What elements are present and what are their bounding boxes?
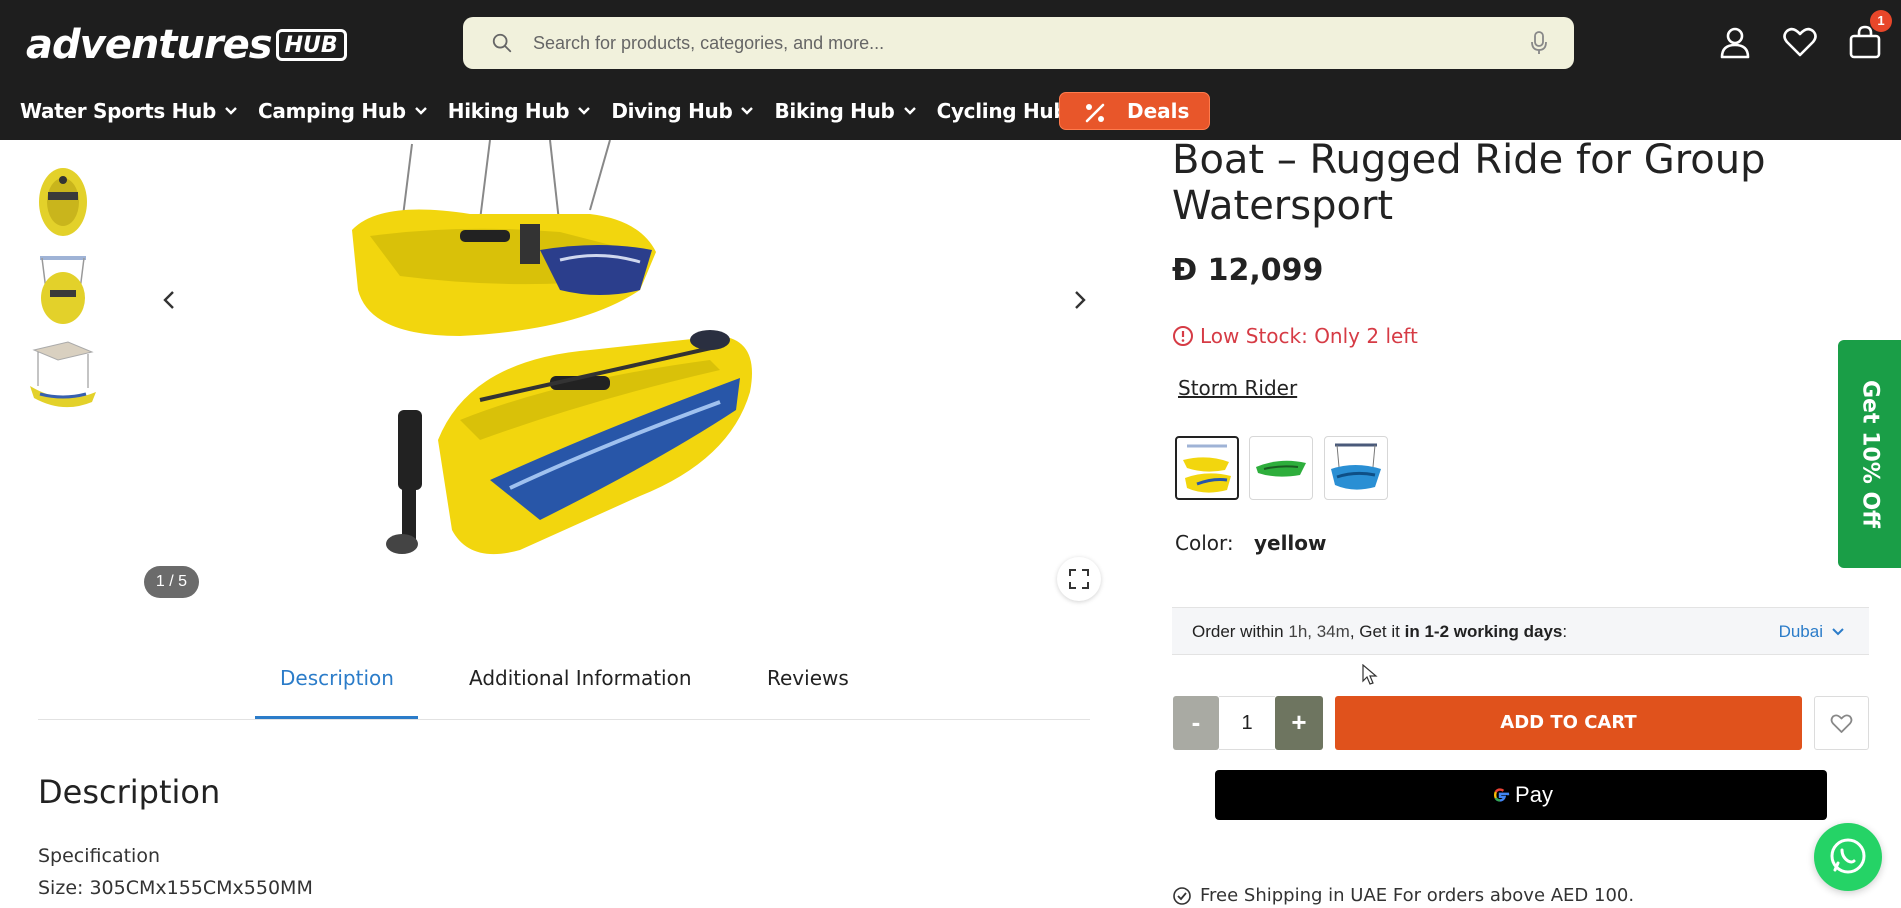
site-logo[interactable]: adventures HUB: [26, 22, 347, 68]
delivery-suffix: :: [1562, 622, 1568, 641]
check-circle-icon: [1173, 886, 1191, 905]
product-title-line-1: Boat – Rugged Ride for Group: [1172, 137, 1766, 183]
color-selection: Color: yellow: [1175, 531, 1327, 555]
account-icon[interactable]: [1717, 24, 1753, 60]
color-value: yellow: [1253, 531, 1327, 555]
logo-wordmark: adventures: [26, 22, 273, 68]
active-tab-indicator: [255, 716, 418, 719]
discount-promo-tab[interactable]: Get 10% Off: [1838, 340, 1901, 568]
currency-symbol: Đ: [1172, 253, 1198, 288]
delivery-days: in 1-2 working days: [1404, 622, 1563, 641]
quantity-decrease-button[interactable]: -: [1173, 696, 1219, 750]
delivery-location: Dubai: [1778, 622, 1823, 641]
nav-item-label: Camping Hub: [258, 99, 406, 123]
product-tabs: Description Additional Information Revie…: [38, 650, 1090, 720]
gallery-thumbnail-2[interactable]: [28, 250, 98, 328]
stock-text: Low Stock: Only 2 left: [1200, 324, 1418, 348]
google-pay-label: Pay: [1515, 782, 1553, 807]
delivery-countdown: 1h, 34m: [1288, 622, 1350, 641]
heart-icon: [1830, 714, 1853, 733]
site-header: adventures HUB 1 Water Sports Hub Campin…: [0, 0, 1901, 140]
gallery-thumbnail-3[interactable]: [28, 336, 98, 414]
nav-item-diving-hub[interactable]: Diving Hub: [611, 99, 754, 123]
deals-label: Deals: [1127, 99, 1190, 123]
quantity-increase-button[interactable]: +: [1275, 696, 1323, 750]
chevron-down-icon: [225, 107, 237, 115]
variant-thumbnail: [1331, 443, 1381, 490]
gallery-next-arrow-icon[interactable]: [1067, 288, 1091, 312]
google-g-icon: [1494, 788, 1510, 802]
tab-description[interactable]: Description: [280, 666, 394, 690]
variant-swatch-blue[interactable]: [1324, 436, 1388, 500]
delivery-estimate-bar: Order within 1h, 34m, Get it in 1-2 work…: [1172, 607, 1869, 655]
mouse-cursor-icon: [1362, 664, 1378, 685]
product-page: adventures HUB 1 Water Sports Hub Campin…: [0, 0, 1901, 908]
whatsapp-icon: [1830, 838, 1866, 874]
add-to-cart-button[interactable]: ADD TO CART: [1335, 696, 1802, 750]
variant-thumbnail: [1256, 460, 1306, 477]
product-title: Boat – Rugged Ride for Group Watersport: [1172, 137, 1792, 229]
search-input[interactable]: [533, 17, 1483, 69]
delivery-prefix: Order within: [1192, 622, 1284, 641]
percent-icon: [1085, 103, 1105, 123]
chevron-down-icon: [414, 107, 427, 115]
variant-swatch-green[interactable]: [1249, 436, 1313, 500]
gallery-counter: 1 / 5: [144, 566, 199, 598]
nav-item-label: Water Sports Hub: [20, 99, 217, 123]
deals-button[interactable]: Deals: [1059, 92, 1210, 130]
nav-item-camping-hub[interactable]: Camping Hub: [258, 99, 428, 123]
product-title-line-2: Watersport: [1172, 183, 1394, 229]
add-to-wishlist-button[interactable]: [1814, 696, 1869, 750]
stock-status: Low Stock: Only 2 left: [1172, 324, 1418, 348]
free-shipping-note: Free Shipping in UAE For orders above AE…: [1172, 885, 1634, 906]
category-nav: Water Sports Hub Camping Hub Hiking Hub …: [0, 92, 1089, 130]
gallery-prev-arrow-icon[interactable]: [158, 288, 182, 312]
cart-count-badge: 1: [1870, 10, 1892, 32]
google-pay-button[interactable]: Pay: [1215, 770, 1827, 820]
delivery-estimate-text: Order within 1h, 34m, Get it in 1-2 work…: [1192, 622, 1567, 642]
chevron-down-icon: [903, 107, 916, 115]
logo-hub-badge: HUB: [275, 29, 347, 61]
size-spec: Size: 305CMx155CMx550MM: [38, 877, 313, 899]
tab-additional-information[interactable]: Additional Information: [469, 666, 692, 690]
brand-link[interactable]: Storm Rider: [1178, 376, 1297, 400]
tab-reviews[interactable]: Reviews: [767, 666, 849, 690]
promo-label: Get 10% Off: [1857, 380, 1882, 528]
variant-thumbnail: [1183, 444, 1231, 493]
search-icon[interactable]: [491, 32, 513, 54]
microphone-icon[interactable]: [1530, 31, 1548, 55]
alert-circle-icon: [1173, 326, 1193, 346]
nav-item-hiking-hub[interactable]: Hiking Hub: [448, 99, 592, 123]
fullscreen-button[interactable]: [1057, 557, 1101, 601]
free-shipping-text: Free Shipping in UAE For orders above AE…: [1200, 885, 1635, 906]
nav-item-water-sports-hub[interactable]: Water Sports Hub: [20, 99, 238, 123]
nav-item-label: Cycling Hub: [936, 99, 1068, 123]
variant-swatch-yellow[interactable]: [1175, 436, 1239, 500]
product-price: Đ 12,099: [1172, 253, 1323, 288]
chevron-down-icon: [578, 107, 591, 115]
chevron-down-icon: [741, 107, 754, 115]
specification-label: Specification: [38, 845, 160, 867]
delivery-location-dropdown[interactable]: Dubai: [1779, 622, 1845, 642]
product-main-image: [352, 140, 752, 555]
nav-item-label: Hiking Hub: [447, 99, 570, 123]
gallery-thumbnail-1[interactable]: [28, 162, 98, 240]
nav-item-label: Biking Hub: [774, 99, 895, 123]
wishlist-heart-icon[interactable]: [1782, 24, 1818, 60]
expand-icon: [1069, 569, 1089, 589]
nav-item-biking-hub[interactable]: Biking Hub: [774, 99, 916, 123]
color-label: Color:: [1175, 531, 1234, 555]
search-bar: [463, 17, 1574, 69]
price-value: 12,099: [1207, 253, 1324, 288]
chevron-down-icon: [1832, 628, 1844, 636]
delivery-mid: , Get it: [1349, 622, 1400, 641]
whatsapp-chat-button[interactable]: [1814, 823, 1882, 891]
nav-item-label: Diving Hub: [611, 99, 733, 123]
quantity-input[interactable]: [1219, 696, 1275, 750]
description-heading: Description: [38, 773, 221, 811]
